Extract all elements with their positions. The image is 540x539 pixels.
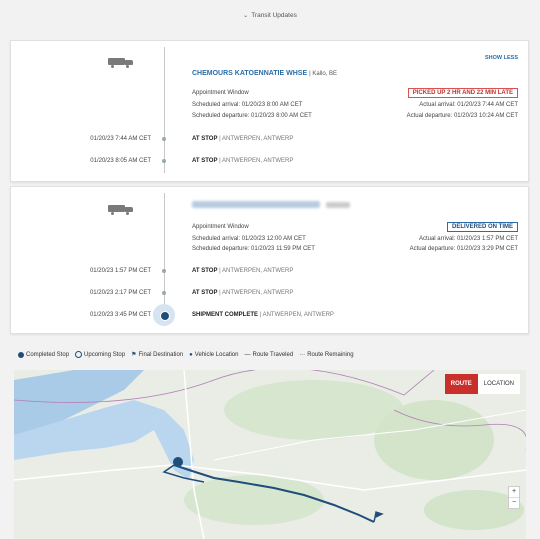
stop-time: 01/20/23 3:45 PM CET bbox=[89, 312, 151, 318]
completed-stop-marker bbox=[173, 457, 183, 467]
upcoming-stop-icon bbox=[75, 351, 83, 358]
route-button[interactable]: ROUTE bbox=[444, 374, 478, 394]
truck-icon bbox=[108, 57, 134, 68]
flag-icon: ⚑ bbox=[131, 352, 137, 358]
zoom-controls: + − bbox=[508, 486, 520, 509]
actual-arrival: Actual arrival: 01/20/23 1:57 PM CET bbox=[418, 236, 518, 242]
stop-event: AT STOP | ANTWERPEN, ANTWERP bbox=[192, 290, 294, 296]
timeline-dot bbox=[162, 137, 166, 141]
stop-event: AT STOP | ANTWERPEN, ANTWERP bbox=[192, 268, 294, 274]
transit-updates-header[interactable]: ⌄ Transit Updates bbox=[0, 12, 540, 19]
stop-time: 01/20/23 2:17 PM CET bbox=[89, 290, 151, 296]
scheduled-departure: Scheduled departure: 01/20/23 11:59 PM C… bbox=[192, 246, 315, 252]
stop-card-delivery: Appointment Window Scheduled arrival: 01… bbox=[10, 186, 529, 334]
scheduled-departure: Scheduled departure: 01/20/23 8:00 AM CE… bbox=[192, 113, 312, 119]
map-canvas bbox=[14, 370, 526, 539]
status-badge: PICKED UP 2 HR AND 22 MIN LATE bbox=[407, 88, 518, 98]
completed-stop-icon bbox=[18, 351, 24, 358]
actual-departure: Actual departure: 01/20/23 10:24 AM CET bbox=[406, 113, 518, 119]
stop-event: AT STOP | ANTWERPEN, ANTWERP bbox=[192, 158, 294, 164]
redacted-company-name bbox=[192, 201, 320, 208]
timeline-line bbox=[164, 47, 165, 173]
timeline-dot bbox=[162, 291, 166, 295]
stop-company-redacted[interactable] bbox=[192, 201, 350, 208]
company-name: CHEMOURS KATOENNATIE WHSE bbox=[192, 70, 308, 77]
map-legend: Completed Stop Upcoming Stop ⚑ Final Dest… bbox=[18, 351, 354, 358]
scheduled-arrival: Scheduled arrival: 01/20/23 8:00 AM CET bbox=[192, 102, 303, 108]
timeline-dot bbox=[162, 159, 166, 163]
route-map[interactable]: ROUTE LOCATION + − bbox=[14, 370, 526, 539]
legend-completed: Completed Stop bbox=[18, 351, 69, 358]
stop-company[interactable]: CHEMOURS KATOENNATIE WHSE | Kallo, BE bbox=[192, 70, 337, 77]
zoom-in-button[interactable]: + bbox=[509, 487, 519, 497]
company-location: | Kallo, BE bbox=[309, 71, 337, 77]
transit-updates-label: Transit Updates bbox=[251, 12, 297, 19]
legend-traveled: — Route Traveled bbox=[244, 351, 294, 358]
show-less-link[interactable]: SHOW LESS bbox=[485, 55, 518, 61]
stop-card-pickup: SHOW LESS CHEMOURS KATOENNATIE WHSE | Ka… bbox=[10, 40, 529, 182]
legend-upcoming: Upcoming Stop bbox=[75, 351, 125, 358]
solid-line-icon: — bbox=[244, 351, 251, 358]
actual-departure: Actual departure: 01/20/23 3:29 PM CET bbox=[409, 246, 518, 252]
actual-arrival: Actual arrival: 01/20/23 7:44 AM CET bbox=[419, 102, 518, 108]
appointment-window-label: Appointment Window bbox=[192, 90, 249, 96]
stop-event: AT STOP | ANTWERPEN, ANTWERP bbox=[192, 136, 294, 142]
redacted-location bbox=[326, 201, 350, 208]
scheduled-arrival: Scheduled arrival: 01/20/23 12:00 AM CET bbox=[192, 236, 306, 242]
legend-final: ⚑ Final Destination bbox=[131, 351, 184, 359]
location-button[interactable]: LOCATION bbox=[477, 374, 520, 394]
dashed-line-icon: ··· bbox=[299, 351, 306, 358]
appointment-window-label: Appointment Window bbox=[192, 224, 249, 230]
chevron-down-icon: ⌄ bbox=[243, 13, 249, 19]
timeline-dot bbox=[162, 269, 166, 273]
legend-remaining: ··· Route Remaining bbox=[299, 351, 354, 358]
location-pin-icon: ● bbox=[189, 351, 193, 358]
stop-event: SHIPMENT COMPLETE | ANTWERPEN, ANTWERP bbox=[192, 312, 334, 318]
stop-time: 01/20/23 7:44 AM CET bbox=[90, 136, 151, 142]
legend-vehicle: ● Vehicle Location bbox=[189, 351, 239, 358]
status-badge: DELIVERED ON TIME bbox=[446, 222, 518, 232]
stop-time: 01/20/23 8:05 AM CET bbox=[90, 158, 151, 164]
final-stop-marker bbox=[153, 304, 175, 326]
map-mode-toggle: ROUTE LOCATION bbox=[444, 374, 520, 394]
truck-icon bbox=[108, 204, 134, 215]
zoom-out-button[interactable]: − bbox=[509, 497, 519, 508]
stop-time: 01/20/23 1:57 PM CET bbox=[89, 268, 151, 274]
